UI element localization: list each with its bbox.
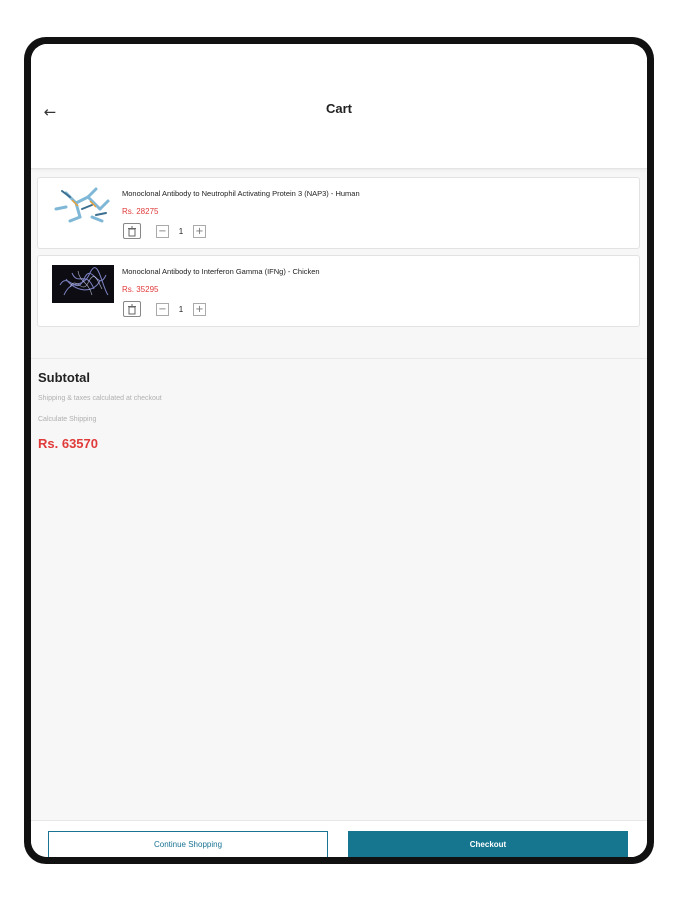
protein-render-image[interactable] — [52, 265, 114, 303]
section-divider — [31, 358, 647, 359]
subtotal-heading: Subtotal — [38, 370, 90, 385]
continue-shopping-button[interactable]: Continue Shopping — [48, 831, 328, 857]
checkout-button[interactable]: Checkout — [348, 831, 628, 857]
cart-item: Monoclonal Antibody to Neutrophil Activa… — [37, 177, 640, 249]
cart-item: Monoclonal Antibody to Interferon Gamma … — [37, 255, 640, 327]
quantity-value: 1 — [178, 304, 184, 314]
antibody-structure-icon[interactable] — [52, 187, 114, 225]
item-price: Rs. 28275 — [122, 207, 159, 216]
quantity-value: 1 — [178, 226, 184, 236]
app-header: ← Cart — [31, 44, 647, 169]
decrement-button[interactable]: − — [156, 224, 169, 238]
trash-icon[interactable] — [123, 301, 141, 317]
trash-icon[interactable] — [123, 223, 141, 239]
item-name[interactable]: Monoclonal Antibody to Interferon Gamma … — [122, 267, 320, 276]
decrement-button[interactable]: − — [156, 302, 169, 316]
app-screen: ← Cart Monoclonal Antibody to Neutrophil… — [31, 44, 647, 857]
action-bar: Continue Shopping Checkout — [31, 820, 647, 857]
shipping-note: Shipping & taxes calculated at checkout — [38, 395, 162, 402]
increment-button[interactable]: + — [193, 302, 206, 316]
page-title: Cart — [325, 101, 352, 116]
quantity-stepper: − 1 + — [156, 301, 206, 317]
quantity-stepper: − 1 + — [156, 223, 206, 239]
increment-button[interactable]: + — [193, 224, 206, 238]
tablet-frame: ← Cart Monoclonal Antibody to Neutrophil… — [24, 37, 654, 864]
subtotal-amount: Rs. 63570 — [38, 436, 98, 451]
calculate-shipping-link[interactable]: Calculate Shipping — [38, 416, 96, 423]
cart-item-list: Monoclonal Antibody to Neutrophil Activa… — [37, 177, 640, 333]
item-price: Rs. 35295 — [122, 285, 159, 294]
item-name[interactable]: Monoclonal Antibody to Neutrophil Activa… — [122, 189, 360, 198]
